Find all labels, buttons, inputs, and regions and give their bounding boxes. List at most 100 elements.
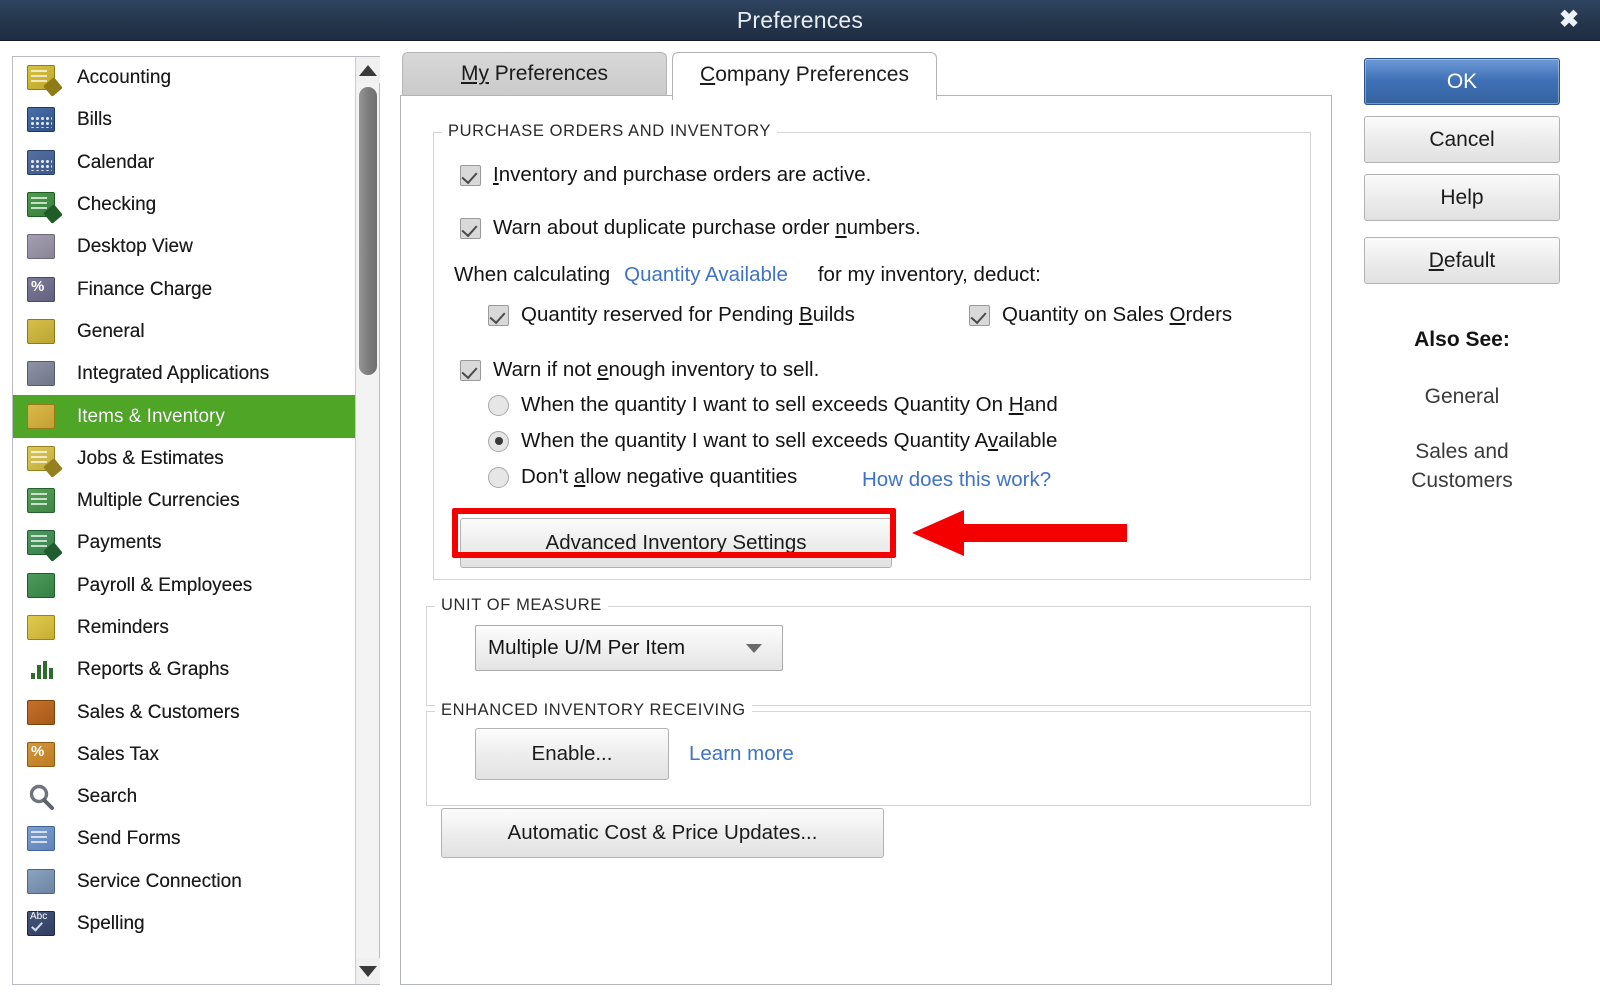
purchase-orders-group-label: PURCHASE ORDERS AND INVENTORY (442, 122, 778, 141)
sidebar-item-sales-tax[interactable]: % Sales Tax (13, 734, 357, 776)
sidebar-item-reminders[interactable]: Reminders (13, 607, 357, 649)
sidebar-item-finance-charge[interactable]: % Finance Charge (13, 268, 357, 310)
sidebar-item-accounting[interactable]: Accounting (13, 57, 357, 99)
sidebar-item-label: Jobs & Estimates (77, 447, 224, 469)
sidebar-item-search[interactable]: Search (13, 776, 357, 818)
sidebar-item-list[interactable]: Accounting Bills Calendar Checking Desktop V… (13, 57, 357, 984)
sidebar-item-items-inventory[interactable]: Items & Inventory (13, 395, 357, 438)
sidebar-item-payments[interactable]: Payments (13, 522, 357, 564)
sidebar-item-spelling[interactable]: Abc Spelling (13, 903, 357, 945)
purchase-orders-group: PURCHASE ORDERS AND INVENTORY Inventory … (433, 122, 1311, 580)
radio-exceeds-quantity-available[interactable] (488, 430, 509, 452)
service-connection-icon (23, 866, 61, 898)
automatic-cost-price-updates-button[interactable]: Automatic Cost & Price Updates... (441, 808, 884, 858)
sidebar-item-checking[interactable]: Checking (13, 184, 357, 226)
checking-icon (23, 189, 63, 224)
warn-not-enough-inventory-label: Warn if not enough inventory to sell. (493, 358, 820, 381)
sidebar-item-label: Sales Tax (77, 743, 160, 765)
integrated-applications-icon (23, 358, 61, 390)
also-see-sales-customers-link[interactable]: Sales and Customers (1364, 437, 1560, 495)
sidebar-item-label: Send Forms (77, 828, 181, 850)
sidebar-item-general[interactable]: General (13, 311, 357, 353)
warn-duplicate-po-checkbox[interactable] (460, 217, 481, 239)
calendar-icon (23, 147, 61, 179)
sidebar-item-desktop-view[interactable]: Desktop View (13, 226, 357, 268)
when-calculating-row: When calculating Quantity Available for … (454, 263, 1041, 287)
radio-exceeds-quantity-on-hand[interactable] (488, 394, 509, 416)
warn-not-enough-inventory-row[interactable]: Warn if not enough inventory to sell. (460, 358, 819, 382)
radio-exceeds-qa-label: When the quantity I want to sell exceeds… (521, 429, 1058, 452)
sidebar-item-label: Multiple Currencies (77, 490, 240, 512)
sidebar-item-integrated-applications[interactable]: Integrated Applications (13, 353, 357, 395)
general-icon (23, 316, 61, 348)
sidebar-item-service-connection[interactable]: Service Connection (13, 861, 357, 903)
radio-exceeds-qa-row[interactable]: When the quantity I want to sell exceeds… (488, 429, 1057, 453)
radio-no-negative-row[interactable]: Don't allow negative quantities (488, 465, 797, 489)
sidebar-scrollbar[interactable] (355, 57, 380, 984)
also-see-general-link[interactable]: General (1364, 382, 1560, 411)
scroll-up-arrow-icon[interactable] (356, 57, 380, 83)
chevron-down-icon (746, 643, 762, 653)
sidebar-item-send-forms[interactable]: Send Forms (13, 818, 357, 860)
finance-charge-icon: % (23, 274, 61, 306)
scroll-down-arrow-icon[interactable] (356, 958, 380, 984)
sidebar-item-label: Reports & Graphs (77, 659, 230, 681)
inventory-active-checkbox[interactable] (460, 164, 481, 186)
quantity-available-link[interactable]: Quantity Available (624, 263, 788, 287)
tab-my-preferences-label: Preferences (488, 62, 609, 85)
deduct-sales-orders-checkbox[interactable] (969, 304, 990, 326)
radio-dont-allow-negative-quantities[interactable] (488, 466, 509, 488)
preferences-sidebar: Accounting Bills Calendar Checking Desktop V… (12, 56, 380, 985)
sidebar-item-bills[interactable]: Bills (13, 99, 357, 141)
sidebar-item-reports-graphs[interactable]: Reports & Graphs (13, 649, 357, 691)
bills-icon (23, 104, 61, 136)
spelling-icon: Abc (23, 908, 61, 940)
unit-of-measure-select[interactable]: Multiple U/M Per Item (475, 625, 783, 671)
reports-graphs-icon (23, 654, 61, 686)
help-button[interactable]: Help (1364, 174, 1560, 221)
radio-exceeds-qoh-row[interactable]: When the quantity I want to sell exceeds… (488, 393, 1058, 417)
sidebar-item-jobs-estimates[interactable]: Jobs & Estimates (13, 438, 357, 480)
sidebar-item-multiple-currencies[interactable]: Multiple Currencies (13, 480, 357, 522)
sidebar-item-label: Sales & Customers (77, 701, 240, 723)
sales-customers-icon (23, 697, 61, 729)
sidebar-item-payroll-employees[interactable]: Payroll & Employees (13, 565, 357, 607)
deduct-pending-builds-row[interactable]: Quantity reserved for Pending Builds (488, 303, 855, 327)
sidebar-item-calendar[interactable]: Calendar (13, 142, 357, 184)
accounting-icon (23, 62, 63, 98)
sidebar-item-label: General (77, 320, 145, 342)
default-button[interactable]: Default (1364, 237, 1560, 284)
cancel-button[interactable]: Cancel (1364, 116, 1560, 163)
learn-more-link[interactable]: Learn more (689, 742, 794, 766)
scrollbar-thumb[interactable] (359, 87, 377, 375)
when-calculating-prefix: When calculating (454, 263, 611, 286)
enable-eir-button[interactable]: Enable... (475, 728, 669, 780)
how-does-this-work-link[interactable]: How does this work? (862, 468, 1051, 492)
sidebar-item-label: Desktop View (77, 236, 193, 258)
inventory-active-checkbox-row[interactable]: Inventory and purchase orders are active… (460, 163, 871, 187)
sidebar-item-label: Accounting (77, 67, 172, 89)
deduct-pending-builds-checkbox[interactable] (488, 304, 509, 326)
unit-of-measure-group-label: UNIT OF MEASURE (435, 596, 608, 615)
when-calculating-suffix: for my inventory, deduct: (817, 263, 1041, 286)
payments-icon (23, 527, 63, 563)
sidebar-item-label: Calendar (77, 151, 155, 173)
tab-my-preferences[interactable]: My Preferences (402, 52, 667, 96)
sidebar-item-label: Finance Charge (77, 278, 213, 300)
warn-not-enough-inventory-checkbox[interactable] (460, 359, 481, 381)
sidebar-item-label: Integrated Applications (77, 363, 270, 385)
search-icon (23, 781, 61, 813)
multiple-currencies-icon (23, 485, 61, 517)
advanced-inventory-settings-button[interactable]: Advanced Inventory Settings (460, 518, 892, 568)
sidebar-item-label: Bills (77, 109, 112, 131)
close-icon[interactable]: ✖ (1552, 3, 1586, 37)
tab-company-preferences-label: ompany Preferences (715, 63, 909, 86)
also-see-title: Also See: (1414, 328, 1510, 351)
warn-duplicate-po-checkbox-row[interactable]: Warn about duplicate purchase order numb… (460, 216, 921, 240)
tab-company-preferences-mnemonic: C (700, 63, 716, 86)
deduct-sales-orders-row[interactable]: Quantity on Sales Orders (969, 303, 1232, 327)
sidebar-item-sales-customers[interactable]: Sales & Customers (13, 691, 357, 733)
ok-button[interactable]: OK (1364, 58, 1560, 105)
sidebar-item-label: Spelling (77, 913, 145, 935)
tab-company-preferences[interactable]: Company Preferences (672, 52, 937, 100)
